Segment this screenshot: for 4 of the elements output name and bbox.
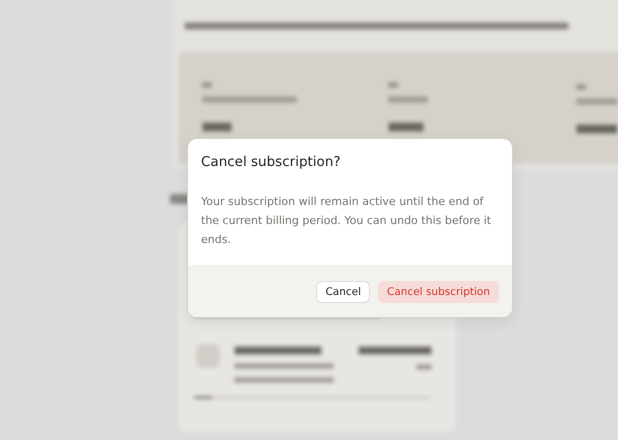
dialog-title: Cancel subscription? bbox=[201, 154, 342, 170]
dialog-message: Your subscription will remain active until the end of the current billing period. You can undo this before it ends. bbox=[201, 194, 492, 248]
cancel-button[interactable]: Cancel bbox=[316, 281, 370, 303]
confirm-cancel-button[interactable]: Cancel subscription bbox=[378, 281, 499, 303]
